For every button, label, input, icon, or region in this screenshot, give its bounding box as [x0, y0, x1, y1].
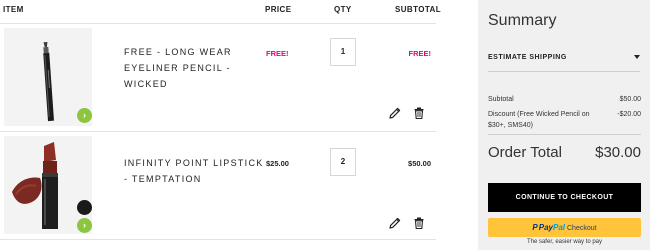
trash-icon[interactable]	[412, 216, 426, 230]
header-subtotal: SUBTOTAL	[395, 5, 442, 14]
continue-to-checkout-button[interactable]: CONTINUE TO CHECKOUT	[488, 183, 641, 212]
trash-icon[interactable]	[412, 106, 426, 120]
pencil-edit-icon[interactable]	[388, 216, 402, 230]
product-subtotal: FREE!	[408, 49, 432, 58]
header-qty: QTY	[334, 5, 352, 14]
vegan-leaf-icon: ›	[77, 108, 92, 123]
summary-title: Summary	[488, 12, 557, 29]
product-subtotal: $50.00	[408, 159, 431, 168]
product-image-lipstick[interactable]: ›	[4, 136, 92, 234]
discount-value: -$20.00	[617, 111, 641, 118]
paypal-pay: Pay	[538, 223, 553, 232]
order-summary-panel: Summary ESTIMATE SHIPPING Subtotal $50.0…	[478, 0, 650, 250]
table-row: › FREE - LONG WEAR EYELINER PENCIL - WIC…	[0, 24, 436, 132]
header-price: PRICE	[265, 5, 292, 14]
product-name[interactable]: FREE - LONG WEAR EYELINER PENCIL - WICKE…	[124, 44, 264, 92]
cart-table: ITEM PRICE QTY SUBTOTAL › FREE - LONG WE…	[0, 0, 441, 250]
caret-down-icon	[634, 55, 640, 59]
vegan-leaf-icon: ›	[77, 218, 92, 233]
header-item: ITEM	[3, 5, 24, 14]
quantity-input[interactable]: 2	[330, 148, 356, 176]
product-image-eyeliner[interactable]: ›	[4, 28, 92, 126]
table-row: › INFINITY POINT LIPSTICK - TEMPTATION $…	[0, 132, 436, 240]
table-header: ITEM PRICE QTY SUBTOTAL	[0, 0, 441, 24]
paypal-brand: PayPal	[539, 223, 565, 232]
order-total-row: Order Total $30.00	[488, 134, 641, 172]
product-price: $25.00	[266, 159, 289, 168]
estimate-shipping-toggle[interactable]: ESTIMATE SHIPPING	[488, 44, 640, 72]
product-name[interactable]: INFINITY POINT LIPSTICK - TEMPTATION	[124, 155, 264, 187]
order-total-label: Order Total	[488, 144, 562, 161]
pencil-edit-icon[interactable]	[388, 106, 402, 120]
estimate-shipping-label: ESTIMATE SHIPPING	[488, 54, 567, 61]
paypal-checkout-button[interactable]: PPayPal Checkout	[488, 218, 641, 237]
order-total-value: $30.00	[595, 144, 641, 161]
subtotal-label: Subtotal	[488, 96, 514, 103]
paypal-checkout-label: Checkout	[567, 225, 597, 232]
product-price: FREE!	[266, 49, 289, 58]
product-swatch-dot	[77, 200, 92, 215]
discount-label: Discount (Free Wicked Pencil on $30+, SM…	[488, 111, 590, 129]
paypal-logo-icon: P	[532, 223, 538, 232]
quantity-input[interactable]: 1	[330, 38, 356, 66]
subtotal-value: $50.00	[619, 96, 641, 103]
paypal-pal: Pal	[552, 223, 565, 232]
paypal-tagline: The safer, easier way to pay	[526, 239, 603, 245]
